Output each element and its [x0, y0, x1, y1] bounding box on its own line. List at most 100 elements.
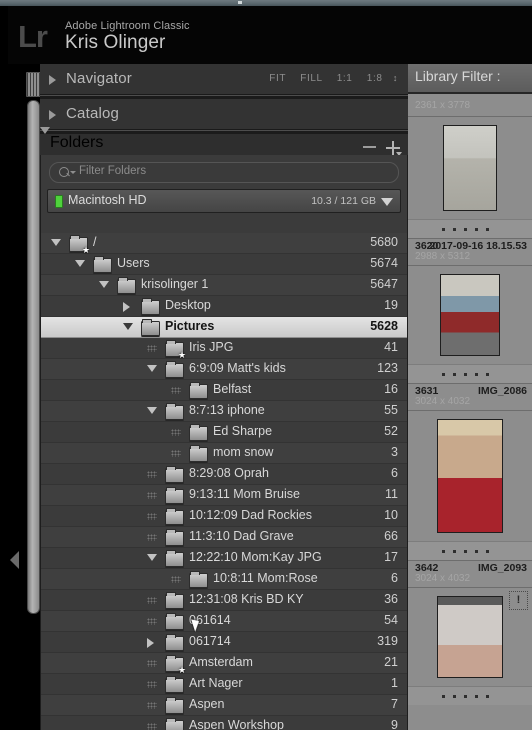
folder-row[interactable]: Belfast 16: [41, 380, 407, 401]
photo-rating-dots[interactable]: [408, 686, 532, 705]
photo-thumbnail[interactable]: [437, 596, 503, 678]
folder-photo-count: 11: [385, 487, 398, 501]
rating-dot-icon[interactable]: [486, 373, 489, 376]
folder-twisty-open-icon[interactable]: [123, 323, 133, 330]
folder-photo-count: 55: [384, 403, 398, 417]
rating-dot-icon[interactable]: [475, 373, 478, 376]
zoom-mode-1-1[interactable]: 1:1: [337, 73, 353, 84]
identity-plate[interactable]: Lr Adobe Lightroom Classic Kris Olinger: [8, 6, 532, 64]
panel-header-catalog[interactable]: Catalog: [40, 99, 408, 130]
rating-dot-icon[interactable]: [464, 228, 467, 231]
folder-row[interactable]: 12:22:10 Mom:Kay JPG 17: [41, 548, 407, 569]
folder-row[interactable]: ★ Amsterdam 21: [41, 653, 407, 675]
folder-twisty-open-icon[interactable]: [99, 281, 109, 288]
folder-row[interactable]: Art Nager 1: [41, 674, 407, 695]
folder-name: Aspen Workshop: [189, 718, 284, 730]
rating-dot-icon[interactable]: [475, 695, 478, 698]
folders-twisty-icon[interactable]: [40, 127, 50, 151]
folder-row[interactable]: Users 5674: [41, 254, 407, 275]
photo-rating-dots[interactable]: [408, 364, 532, 383]
rating-dot-icon[interactable]: [464, 550, 467, 553]
navigator-twisty-icon[interactable]: [49, 75, 56, 85]
folder-row[interactable]: mom snow 3: [41, 443, 407, 464]
photo-thumbnail-container[interactable]: [408, 117, 532, 219]
folder-twisty-open-icon[interactable]: [147, 407, 157, 414]
folder-twisty-open-icon[interactable]: [147, 554, 157, 561]
photo-rating-dots[interactable]: [408, 219, 532, 238]
zoom-mode-1-8[interactable]: 1:8: [367, 73, 383, 84]
catalog-twisty-icon[interactable]: [49, 110, 56, 120]
chevron-down-icon[interactable]: [70, 171, 76, 174]
rating-dot-icon[interactable]: [475, 228, 478, 231]
folder-row[interactable]: 10:12:09 Dad Rockies 10: [41, 506, 407, 527]
add-folder-button[interactable]: [386, 141, 402, 156]
lightroom-logo-icon: Lr: [18, 19, 48, 54]
zoom-stepper-icon[interactable]: ↕: [393, 73, 398, 83]
folder-icon: [165, 529, 184, 546]
folder-twisty-closed-icon[interactable]: [123, 302, 130, 312]
rating-dot-icon[interactable]: [486, 228, 489, 231]
folder-row[interactable]: Pictures 5628: [41, 317, 407, 338]
photo-rating-dots[interactable]: [408, 541, 532, 560]
folder-filter-input[interactable]: Filter Folders: [49, 162, 399, 183]
rating-dot-icon[interactable]: [453, 228, 456, 231]
photo-thumbnail[interactable]: [440, 274, 500, 356]
folder-leaf-marker-icon: [147, 681, 157, 688]
folder-row[interactable]: 12:31:08 Kris BD KY 36: [41, 590, 407, 611]
rating-dot-icon[interactable]: [464, 373, 467, 376]
rating-dot-icon[interactable]: [486, 695, 489, 698]
rating-dot-icon[interactable]: [442, 373, 445, 376]
folder-twisty-open-icon[interactable]: [75, 260, 85, 267]
folder-row[interactable]: 8:29:08 Oprah 6: [41, 464, 407, 485]
folder-row[interactable]: 9:13:11 Mom Bruise 11: [41, 485, 407, 506]
photo-thumbnail[interactable]: [437, 419, 503, 533]
zoom-mode-fit[interactable]: FIT: [269, 73, 286, 84]
folder-row[interactable]: ★/ 5680: [41, 233, 407, 255]
folder-row[interactable]: 061714 319: [41, 632, 407, 653]
folder-row[interactable]: 10:8:11 Mom:Rose 6: [41, 569, 407, 590]
chevron-down-icon[interactable]: [381, 198, 393, 206]
folder-twisty-open-icon[interactable]: [147, 365, 157, 372]
volume-browser-macintosh-hd[interactable]: Macintosh HD 10.3 / 121 GB: [47, 189, 401, 213]
rating-dot-icon[interactable]: [475, 550, 478, 553]
rating-dot-icon[interactable]: [442, 550, 445, 553]
rating-dot-icon[interactable]: [453, 373, 456, 376]
folder-row[interactable]: krisolinger 1 5647: [41, 275, 407, 296]
folder-row[interactable]: Aspen 7: [41, 695, 407, 716]
folder-twisty-open-icon[interactable]: [51, 239, 61, 246]
folder-row[interactable]: Ed Sharpe 52: [41, 422, 407, 443]
rating-dot-icon[interactable]: [486, 550, 489, 553]
folder-row[interactable]: 11:3:10 Dad Grave 66: [41, 527, 407, 548]
photo-thumbnail-container[interactable]: [408, 266, 532, 364]
folder-row[interactable]: Desktop 19: [41, 296, 407, 317]
filmstrip-cell[interactable]: 3631 IMG_2086 3024 x 4032: [408, 383, 532, 560]
rating-dot-icon[interactable]: [464, 695, 467, 698]
filmstrip-list: 2361 x 3778 3620 2017-09-16 18.15.53 2988 x…: [408, 94, 532, 705]
panel-resize-grip[interactable]: [26, 72, 41, 97]
collapse-left-panel-arrow[interactable]: [10, 551, 19, 569]
zoom-mode-fill[interactable]: FILL: [300, 73, 322, 84]
rating-dot-icon[interactable]: [453, 695, 456, 698]
photo-thumbnail-container[interactable]: !: [408, 588, 532, 686]
folder-twisty-closed-icon[interactable]: [147, 638, 154, 648]
rating-dot-icon[interactable]: [442, 695, 445, 698]
photo-thumbnail-container[interactable]: [408, 411, 532, 541]
rating-dot-icon[interactable]: [442, 228, 445, 231]
remove-folder-button[interactable]: [363, 146, 376, 148]
rating-dot-icon[interactable]: [453, 550, 456, 553]
folder-row[interactable]: Aspen Workshop 9: [41, 716, 407, 730]
folder-row[interactable]: 8:7:13 iphone 55: [41, 401, 407, 422]
left-panel-scrollbar[interactable]: [27, 100, 40, 614]
folder-row[interactable]: 6:9:09 Matt's kids 123: [41, 359, 407, 380]
panel-header-navigator[interactable]: Navigator FIT FILL 1:1 1:8 ↕: [40, 64, 408, 95]
user-name-label: Kris Olinger: [65, 32, 166, 53]
filmstrip-cell[interactable]: 2361 x 3778: [408, 94, 532, 238]
filmstrip-cell[interactable]: 3620 2017-09-16 18.15.53 2988 x 5312: [408, 238, 532, 383]
navigator-zoom-modes[interactable]: FIT FILL 1:1 1:8 ↕: [258, 73, 398, 84]
photo-warning-badge[interactable]: !: [509, 591, 528, 610]
folder-row[interactable]: 061614 54: [41, 611, 407, 632]
filmstrip-cell[interactable]: 3642 IMG_2093 3024 x 4032!: [408, 560, 532, 705]
photo-thumbnail[interactable]: [443, 125, 497, 211]
folder-row[interactable]: ★ Iris JPG 41: [41, 338, 407, 360]
library-filter-bar[interactable]: Library Filter :: [408, 64, 532, 94]
